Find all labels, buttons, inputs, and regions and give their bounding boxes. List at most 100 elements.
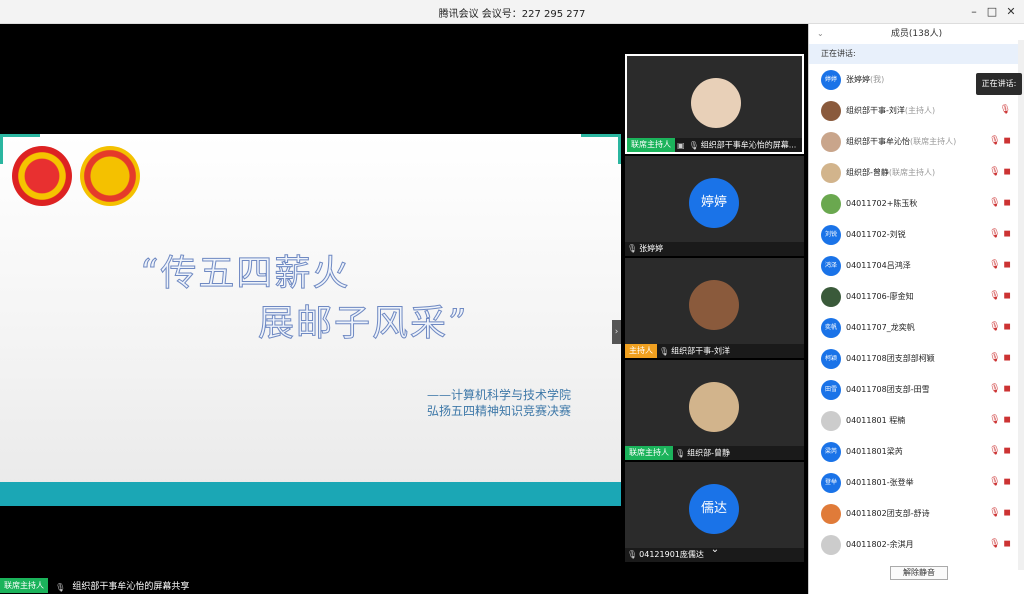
avatar: 田雪 xyxy=(821,380,841,400)
camera-off-icon: ◼ xyxy=(1003,198,1011,208)
member-role: (主持人) xyxy=(904,106,936,115)
video-tile[interactable]: 联席主持人 ▣ 🎙 组织部干事牟沁怡的屏幕... xyxy=(625,54,804,154)
speaking-tooltip: 正在讲话: xyxy=(976,73,1022,95)
mic-muted-icon: 🎙 xyxy=(989,260,1001,270)
shared-slide: “传五四薪火 展邮子风采” ——计算机科学与技术学院 弘扬五四精神知识竞赛决赛 xyxy=(0,134,621,506)
mic-muted-icon: 🎙 xyxy=(989,198,1001,208)
member-name-text: 04011802-余淇月 xyxy=(846,540,914,549)
member-status-icons: 🎙 ◼ xyxy=(986,415,1011,425)
member-name: 04011801 程楠 xyxy=(846,415,905,426)
member-name-text: 组织部干事-刘洋 xyxy=(846,106,905,115)
slide-corner-decoration xyxy=(618,134,621,164)
member-name: 04011801-张登举 xyxy=(846,477,914,488)
member-status-icons: 🎙 ◼ xyxy=(986,477,1011,487)
mic-muted-icon: 🎙 xyxy=(989,291,1001,301)
chevron-down-icon[interactable]: ⌄ xyxy=(700,544,730,560)
speaking-indicator: 正在讲话: xyxy=(809,44,1024,64)
member-name-text: 04011801梁芮 xyxy=(846,447,903,456)
mic-muted-icon: 🎙 xyxy=(989,508,1001,518)
avatar: 梁芮 xyxy=(821,442,841,462)
member-name-text: 组织部干事牟沁怡 xyxy=(846,137,910,146)
member-status-icons: 🎙 ◼ xyxy=(986,322,1011,332)
member-name: 04011708团支部-田雪 xyxy=(846,384,930,395)
member-name-text: 张婷婷 xyxy=(846,75,870,84)
member-name: 04011802-余淇月 xyxy=(846,539,914,550)
member-name: 04011702-刘锐 xyxy=(846,229,906,240)
slide-corner-decoration xyxy=(581,134,621,137)
avatar xyxy=(689,382,739,432)
collapse-video-panel-button[interactable]: › xyxy=(612,320,621,344)
chevron-down-icon[interactable]: ⌄ xyxy=(817,24,824,44)
avatar xyxy=(689,280,739,330)
member-row[interactable]: 组织部-曾静(联席主持人) 🎙 ◼ xyxy=(809,159,1017,190)
video-tile[interactable]: 联席主持人 🎙 组织部-曾静 xyxy=(625,360,804,460)
slide-corner-decoration xyxy=(0,134,3,164)
avatar: 登举 xyxy=(821,473,841,493)
mic-muted-icon: 🎙 xyxy=(989,136,1001,146)
role-badge: 联席主持人 xyxy=(625,446,673,460)
member-name-text: 04011707_龙奕帆 xyxy=(846,323,915,332)
member-status-icons: 🎙 ◼ xyxy=(986,167,1011,177)
scrollbar[interactable] xyxy=(1018,40,1024,570)
minimize-button[interactable]: – xyxy=(966,4,982,20)
member-row[interactable]: 田雪 04011708团支部-田雪 🎙 ◼ xyxy=(809,376,1017,407)
member-status-icons: 🎙 ◼ xyxy=(986,229,1011,239)
camera-off-icon: ◼ xyxy=(1003,136,1011,146)
camera-off-icon: ◼ xyxy=(1003,291,1011,301)
member-name-text: 04011802团支部-舒诗 xyxy=(846,509,930,518)
video-tile[interactable]: 主持人 🎙 组织部干事-刘洋 xyxy=(625,258,804,358)
member-row[interactable]: 04011802团支部-舒诗 🎙 ◼ xyxy=(809,500,1017,531)
screen-share-label: 联席主持人 🎙 组织部干事牟沁怡的屏幕共享 xyxy=(0,575,300,594)
member-row[interactable]: 梁芮 04011801梁芮 🎙 ◼ xyxy=(809,438,1017,469)
avatar: 奕帆 xyxy=(821,318,841,338)
member-status-icons: 🎙 ◼ xyxy=(986,260,1011,270)
avatar: 儒达 xyxy=(689,484,739,534)
member-name: 04011801梁芮 xyxy=(846,446,903,457)
slide-subtitle-event: 弘扬五四精神知识竞赛决赛 xyxy=(426,404,571,418)
member-name: 张婷婷(我) xyxy=(846,74,884,85)
close-button[interactable]: ✕ xyxy=(1003,4,1019,20)
mic-muted-icon: 🎙 xyxy=(989,322,1001,332)
avatar: 刘锐 xyxy=(821,225,841,245)
video-tile[interactable]: 婷婷 🎙 张婷婷 xyxy=(625,156,804,256)
member-row[interactable]: 柯颖 04011708团支部部柯颖 🎙 ◼ xyxy=(809,345,1017,376)
member-status-icons: 🎙 ◼ xyxy=(986,353,1011,363)
tile-name: 组织部干事牟沁怡的屏幕... xyxy=(700,140,797,150)
member-name-text: 04011706-廖金知 xyxy=(846,292,914,301)
member-name-text: 04011708团支部部柯颖 xyxy=(846,354,935,363)
camera-off-icon: ◼ xyxy=(1003,260,1011,270)
member-name: 组织部干事牟沁怡(联席主持人) xyxy=(846,136,956,147)
member-name-text: 04011801 程楠 xyxy=(846,416,906,425)
member-row[interactable]: 刘锐 04011702-刘锐 🎙 ◼ xyxy=(809,221,1017,252)
member-name-text: 组织部-曾静 xyxy=(846,168,889,177)
member-row[interactable]: 组织部干事-刘洋(主持人) 🎙 xyxy=(809,97,1017,128)
member-name: 组织部干事-刘洋(主持人) xyxy=(846,105,935,116)
mic-muted-icon: 🎙 xyxy=(999,105,1011,115)
member-row[interactable]: 04011706-廖金知 🎙 ◼ xyxy=(809,283,1017,314)
member-row[interactable]: 组织部干事牟沁怡(联席主持人) 🎙 ◼ xyxy=(809,128,1017,159)
member-name: 04011802团支部-舒诗 xyxy=(846,508,930,519)
member-role: (联席主持人) xyxy=(910,137,957,146)
maximize-button[interactable]: □ xyxy=(984,4,1000,20)
member-row[interactable]: 04011802-余淇月 🎙 ◼ xyxy=(809,531,1017,562)
member-role: (联席主持人) xyxy=(888,168,936,177)
member-name: 04011707_龙奕帆 xyxy=(846,322,915,333)
member-row[interactable]: 04011801 程楠 🎙 ◼ xyxy=(809,407,1017,438)
avatar: 婷婷 xyxy=(689,178,739,228)
member-row[interactable]: 奕帆 04011707_龙奕帆 🎙 ◼ xyxy=(809,314,1017,345)
mic-muted-icon: 🎙 xyxy=(989,477,1001,487)
member-row[interactable]: 04011702+陈玉秋 🎙 ◼ xyxy=(809,190,1017,221)
mic-icon: 🎙 xyxy=(659,346,670,356)
member-row[interactable]: 登举 04011801-张登举 🎙 ◼ xyxy=(809,469,1017,500)
slide-subtitle-college: ——计算机科学与技术学院 xyxy=(426,388,571,402)
member-row[interactable]: 鸿泽 04011704吕鸿泽 🎙 ◼ xyxy=(809,252,1017,283)
member-name-text: 04011704吕鸿泽 xyxy=(846,261,911,270)
member-name-text: 04011801-张登举 xyxy=(846,478,914,487)
mic-icon: 🎙 xyxy=(627,550,638,559)
tile-name: 04121901庞儒达 xyxy=(639,550,704,559)
member-status-icons: 🎙 ◼ xyxy=(986,136,1011,146)
mic-muted-icon: 🎙 xyxy=(989,415,1001,425)
camera-off-icon: ◼ xyxy=(1003,508,1011,518)
unmute-button[interactable]: 解除静音 xyxy=(890,566,948,580)
member-name-text: 04011702+陈玉秋 xyxy=(846,199,918,208)
